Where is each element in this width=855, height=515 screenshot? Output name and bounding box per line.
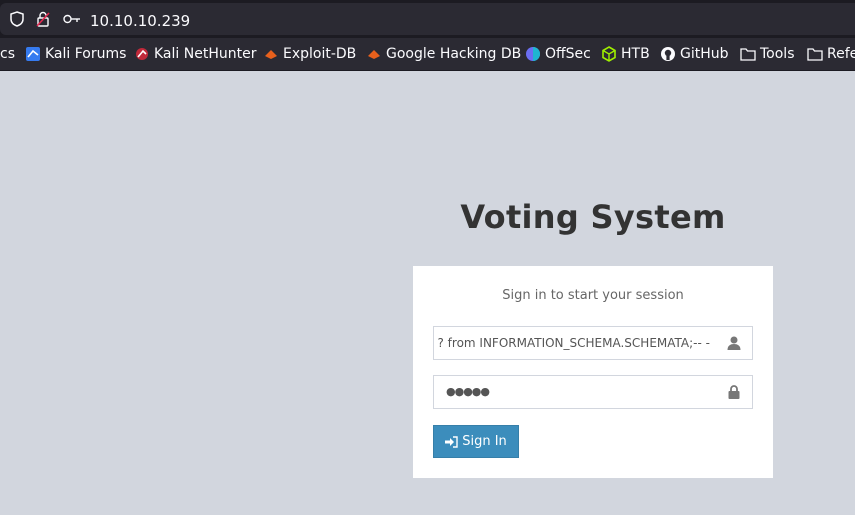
insecure-lock-icon[interactable] <box>34 10 52 28</box>
sign-in-button[interactable]: Sign In <box>433 425 519 458</box>
bookmark-htb[interactable]: HTB <box>601 38 650 70</box>
shield-icon[interactable] <box>8 10 26 28</box>
address-bar[interactable]: 10.10.10.239 <box>0 3 855 35</box>
bookmark-label: GitHub <box>680 46 729 62</box>
bookmark-label: Tools <box>760 46 795 62</box>
key-icon[interactable] <box>62 10 82 28</box>
page-content: Voting System Sign in to start your sess… <box>0 71 855 515</box>
htb-cube-icon <box>601 46 617 62</box>
bookmark-label: OffSec <box>545 46 591 62</box>
bookmark-cs[interactable]: cs <box>0 38 15 70</box>
bookmarks-bar: cs Kali Forums Kali NetHunter Exploit-DB… <box>0 38 855 71</box>
bookmark-label: Kali NetHunter <box>154 46 257 62</box>
url-text[interactable]: 10.10.10.239 <box>90 12 190 30</box>
page-title: Voting System <box>460 198 726 236</box>
password-value: ●●●●● <box>446 385 490 398</box>
bookmark-label: Kali Forums <box>45 46 127 62</box>
github-icon <box>660 46 676 62</box>
exploit-db-icon <box>263 46 279 62</box>
bookmark-google-hacking-db[interactable]: Google Hacking DB <box>366 38 521 70</box>
password-field[interactable]: ●●●●● <box>433 375 753 409</box>
offsec-icon <box>525 46 541 62</box>
username-field[interactable]: ? from INFORMATION_SCHEMA.SCHEMATA;-- - <box>433 326 753 360</box>
bookmark-folder-refe[interactable]: Refe <box>807 38 855 70</box>
bookmark-folder-tools[interactable]: Tools <box>740 38 795 70</box>
ghdb-icon <box>366 46 382 62</box>
login-box: Sign in to start your session ? from INF… <box>413 266 773 478</box>
bookmark-label: HTB <box>621 46 650 62</box>
bookmark-label: Refe <box>827 46 855 62</box>
sign-in-label: Sign In <box>462 434 507 449</box>
folder-icon <box>807 46 823 62</box>
bookmark-exploit-db[interactable]: Exploit-DB <box>263 38 356 70</box>
folder-icon <box>740 46 756 62</box>
bookmark-offsec[interactable]: OffSec <box>525 38 591 70</box>
user-icon <box>726 335 742 351</box>
kali-icon <box>25 46 41 62</box>
bookmark-kali-nethunter[interactable]: Kali NetHunter <box>134 38 256 70</box>
login-message: Sign in to start your session <box>502 288 684 303</box>
bookmark-label: cs <box>0 46 15 62</box>
browser-toolbar: 10.10.10.239 <box>0 0 855 38</box>
nethunter-icon <box>134 46 150 62</box>
username-value: ? from INFORMATION_SCHEMA.SCHEMATA;-- - <box>437 336 710 350</box>
lock-icon <box>726 384 742 400</box>
bookmark-label: Google Hacking DB <box>386 46 522 62</box>
bookmark-label: Exploit-DB <box>283 46 357 62</box>
sign-in-icon <box>445 435 458 448</box>
bookmark-kali-forums[interactable]: Kali Forums <box>25 38 126 70</box>
bookmark-github[interactable]: GitHub <box>660 38 729 70</box>
